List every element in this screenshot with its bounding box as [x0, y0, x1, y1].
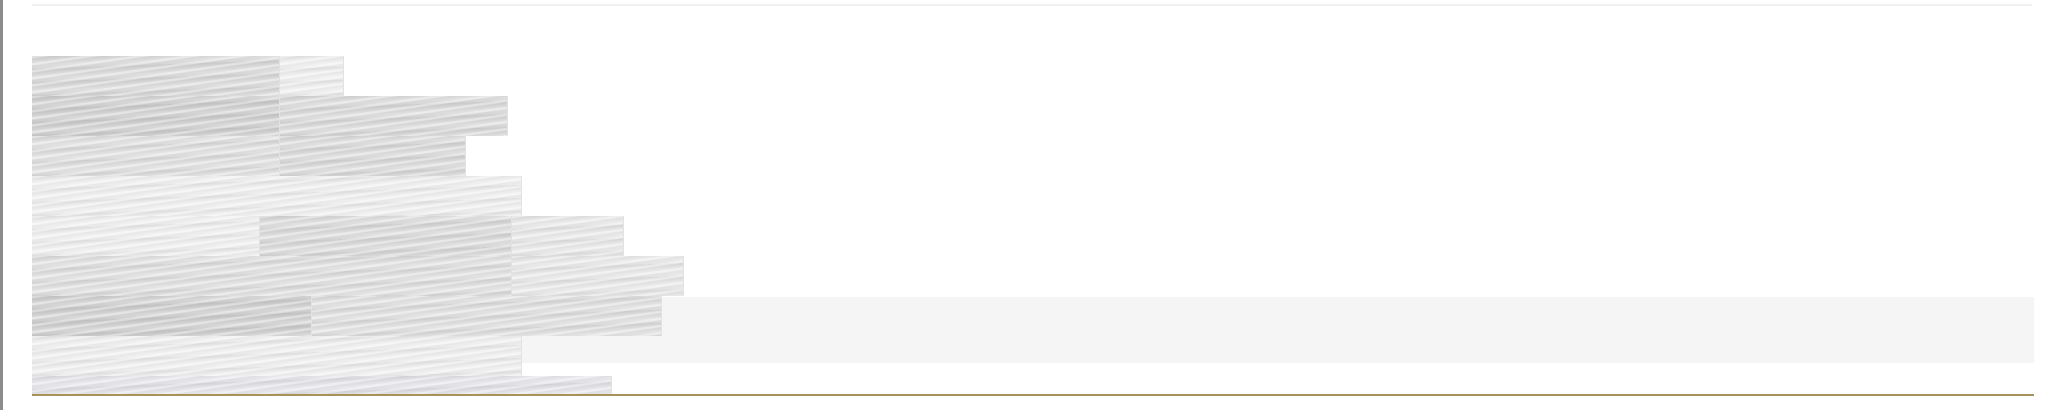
bottom-divider: [32, 394, 2034, 396]
wood-plank: [280, 96, 508, 136]
wood-plank: [512, 216, 624, 256]
wood-plank: [32, 336, 522, 376]
wood-plank: [260, 216, 512, 256]
wood-plank: [32, 56, 280, 96]
window-left-border: [0, 0, 3, 410]
top-divider: [32, 4, 2032, 6]
wood-plank: [32, 176, 522, 216]
wood-plank: [32, 216, 260, 256]
wood-plank: [32, 96, 280, 136]
wood-plank: [512, 256, 684, 296]
wood-plank: [32, 296, 312, 336]
wood-plank: [32, 376, 612, 394]
wood-plank: [280, 56, 344, 96]
wood-plank: [312, 296, 662, 336]
wood-plank: [280, 136, 466, 176]
wood-plank: [32, 136, 280, 176]
page: [0, 0, 2062, 410]
wood-plank: [32, 256, 512, 296]
wood-floor-image: [32, 56, 684, 396]
